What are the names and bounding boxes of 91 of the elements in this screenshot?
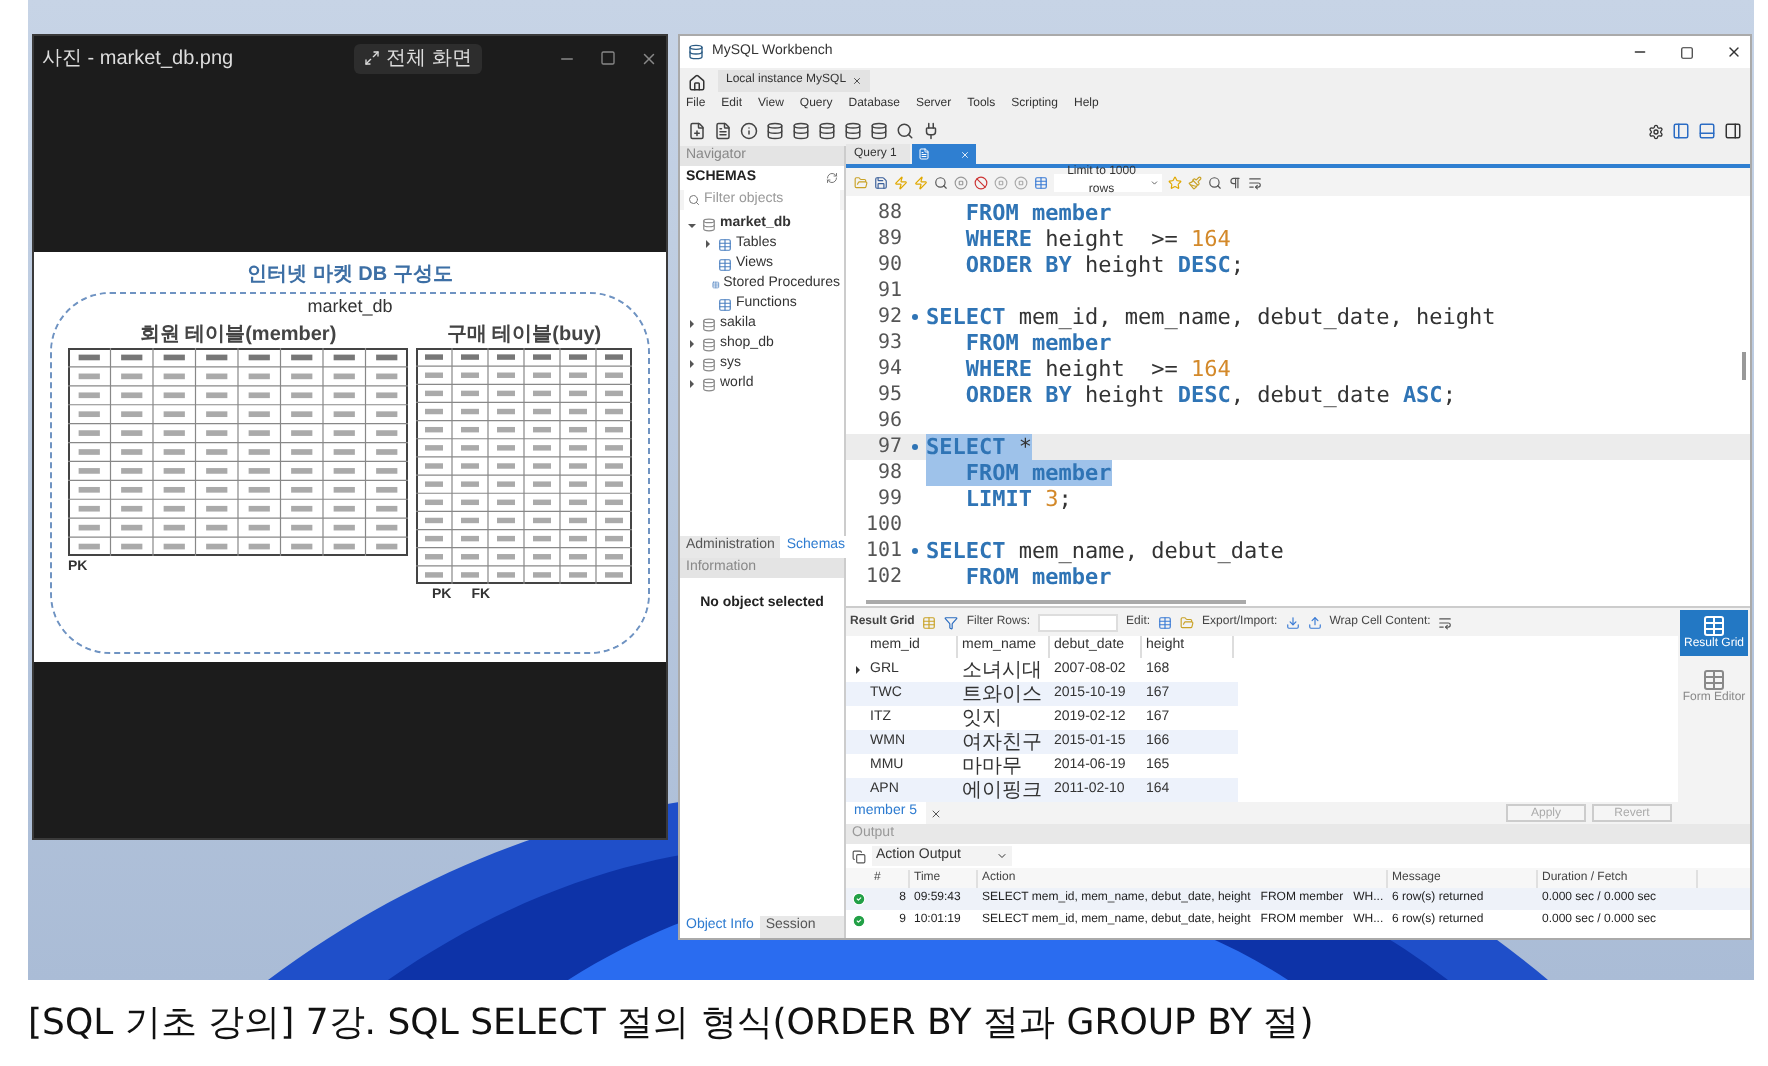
table-cell-text: 마마무 — [960, 753, 1024, 781]
code-line: FROM member — [963, 200, 1112, 226]
code-line: SELECT mem_name, debut_date — [926, 538, 1284, 564]
filter-icon[interactable] — [944, 615, 959, 629]
search-icon[interactable] — [896, 122, 914, 140]
ban-icon[interactable] — [974, 175, 988, 189]
code-line: ORDER BY height DESC, debut_date ASC; — [963, 382, 1456, 408]
line-number: 97 — [875, 434, 902, 460]
database-icon[interactable] — [844, 122, 862, 140]
horizontal-scrollbar-thumb[interactable] — [866, 599, 1246, 603]
grid-icon — [1702, 614, 1726, 638]
code-editor[interactable] — [846, 196, 1750, 596]
line-number: 94 — [875, 356, 902, 382]
sql-file-icon — [918, 148, 930, 160]
collapsed-caret-icon[interactable] — [690, 340, 698, 348]
stop-icon[interactable] — [954, 175, 968, 189]
code-line: FROM member — [963, 330, 1112, 356]
line-number: 90 — [875, 252, 902, 278]
code-line: SELECT mem_id, mem_name, debut_date, height — [926, 304, 1496, 330]
scrollbar-thumb[interactable] — [1742, 352, 1746, 380]
refresh-icon[interactable] — [826, 172, 838, 184]
new-file-icon[interactable] — [688, 122, 706, 140]
table-cell-text: 여자친구 — [960, 729, 1044, 757]
database-icon[interactable] — [766, 122, 784, 140]
line-number: 88 — [875, 200, 902, 226]
code-line: LIMIT 3; — [963, 486, 1072, 512]
panel-left-icon[interactable] — [1672, 122, 1690, 140]
save-icon[interactable] — [874, 175, 888, 189]
collapsed-caret-icon[interactable] — [690, 380, 698, 388]
fullscreen-button[interactable]: 전체 화면 — [354, 43, 482, 73]
line-number: 101 — [863, 538, 902, 564]
filter-field[interactable] — [1038, 613, 1119, 631]
search-icon — [688, 194, 700, 206]
wrap-icon[interactable] — [1248, 175, 1262, 189]
file-icon[interactable] — [714, 122, 732, 140]
code-line: WHERE height >= 164 — [963, 226, 1231, 252]
grid-icon[interactable] — [1034, 175, 1048, 189]
line-number: 96 — [875, 408, 902, 434]
expand-icon — [364, 50, 381, 66]
panel-right-icon[interactable] — [1724, 122, 1742, 140]
table-title: 구매 테이블(buy) — [446, 324, 602, 348]
code-line: FROM member — [963, 564, 1112, 590]
line-number: 89 — [875, 226, 902, 252]
line-number: 99 — [875, 486, 902, 512]
grid-icon — [1702, 668, 1726, 692]
table-title: 회원 테이블(member) — [139, 324, 337, 348]
table-cell-text: 에이핑크 — [960, 777, 1044, 805]
home-icon[interactable] — [688, 74, 706, 92]
search-icon[interactable] — [934, 175, 948, 189]
maximize-icon[interactable] — [600, 50, 616, 66]
database-icon[interactable] — [818, 122, 836, 140]
table-cell-text: 소녀시대 — [960, 657, 1044, 685]
line-number: 100 — [863, 512, 902, 538]
pilcrow-icon[interactable] — [1228, 175, 1242, 189]
database-icon[interactable] — [870, 122, 888, 140]
line-number: 92 — [875, 304, 902, 330]
line-number: 93 — [875, 330, 902, 356]
collapsed-caret-icon[interactable] — [690, 360, 698, 368]
dropdown-caret-icon — [996, 850, 1008, 862]
wrap-icon[interactable] — [1438, 615, 1453, 629]
line-number: 98 — [875, 460, 902, 486]
video-caption: [SQL 기초 강의] 7강. SQL SELECT 절의 형식(ORDER BY 절과 GROUP BY 절) — [28, 1000, 1314, 1048]
search-icon[interactable] — [1208, 175, 1222, 189]
line-number: 95 — [875, 382, 902, 408]
database-name: market_db — [307, 296, 393, 318]
plug-icon[interactable] — [922, 122, 940, 140]
collapsed-caret-icon[interactable] — [690, 320, 698, 328]
import-icon[interactable] — [1307, 615, 1322, 629]
copy-icon[interactable] — [852, 849, 866, 863]
panel-bottom-icon[interactable] — [1698, 122, 1716, 140]
edit-grid-icon[interactable] — [1158, 615, 1173, 629]
settings-icon[interactable] — [1648, 123, 1664, 139]
diagram-title: 인터넷 마켓 DB 구성도 — [247, 264, 453, 288]
code-line: WHERE height >= 164 — [963, 356, 1231, 382]
line-number: 91 — [875, 278, 902, 304]
code-line: ORDER BY height DESC; — [963, 252, 1244, 278]
collapsed-caret-icon[interactable] — [706, 240, 714, 248]
window-title: 사진 - market_db.png — [42, 45, 234, 73]
close-icon[interactable] — [929, 807, 942, 819]
maximize-icon[interactable] — [1680, 45, 1694, 59]
database-icon[interactable] — [792, 122, 810, 140]
dropdown-caret-icon — [1149, 177, 1158, 187]
close-icon[interactable] — [1726, 44, 1742, 60]
expanded-caret-icon[interactable] — [687, 223, 695, 231]
star-icon[interactable] — [1168, 175, 1182, 189]
info-icon[interactable] — [740, 122, 758, 140]
table-cell-text: 트와이스 — [960, 681, 1044, 709]
table-cell-text: 잇지 — [960, 705, 1004, 733]
line-number: 102 — [863, 564, 902, 590]
app-logo-icon — [688, 44, 704, 60]
export-icon[interactable] — [1285, 615, 1300, 629]
